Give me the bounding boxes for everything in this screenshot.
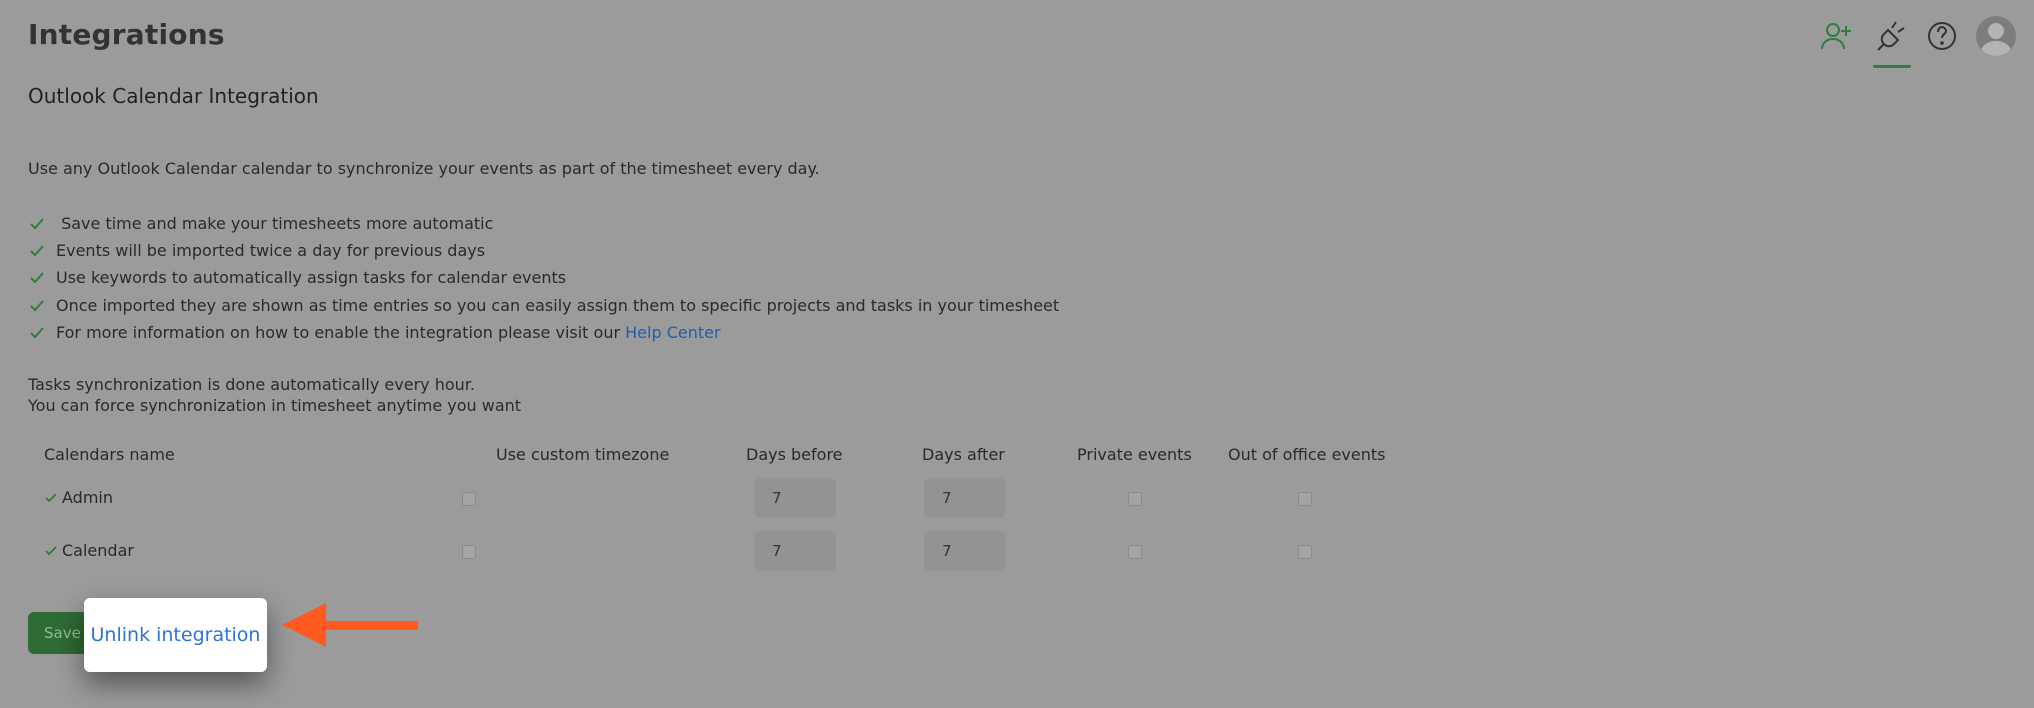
custom-timezone-checkbox[interactable]	[462, 492, 476, 506]
avatar[interactable]	[1976, 16, 2016, 56]
unlink-integration-button[interactable]: Unlink integration	[91, 624, 261, 646]
ooo-events-checkbox[interactable]	[1298, 545, 1312, 559]
section-title: Outlook Calendar Integration	[28, 84, 319, 108]
add-user-icon[interactable]	[1818, 18, 1854, 54]
days-before-input[interactable]	[754, 478, 836, 518]
feature-item: Once imported they are shown as time ent…	[28, 296, 1059, 315]
table-row-name: Admin	[44, 488, 113, 507]
check-icon	[30, 217, 44, 229]
check-icon	[30, 244, 44, 256]
column-header-private: Private events	[1077, 445, 1192, 464]
feature-item: For more information on how to enable th…	[28, 323, 721, 342]
table-row-name: Calendar	[44, 541, 134, 560]
column-header-timezone: Use custom timezone	[496, 445, 670, 464]
column-header-name: Calendars name	[44, 445, 175, 464]
feature-item: Use keywords to automatically assign tas…	[28, 268, 566, 287]
column-header-ooo: Out of office events	[1228, 445, 1386, 464]
check-icon	[30, 299, 44, 311]
intro-text: Use any Outlook Calendar calendar to syn…	[28, 159, 820, 178]
check-icon	[45, 492, 57, 502]
sync-info-line-2: You can force synchronization in timeshe…	[28, 396, 522, 415]
annotation-arrow-icon	[282, 603, 418, 647]
feature-item: Events will be imported twice a day for …	[28, 241, 485, 260]
private-events-checkbox[interactable]	[1128, 545, 1142, 559]
days-after-input[interactable]	[924, 478, 1006, 518]
days-after-input[interactable]	[924, 531, 1006, 571]
column-header-days-after: Days after	[922, 445, 1005, 464]
column-header-days-before: Days before	[746, 445, 843, 464]
check-icon	[45, 545, 57, 555]
check-icon	[30, 271, 44, 283]
ooo-events-checkbox[interactable]	[1298, 492, 1312, 506]
page-title: Integrations	[28, 18, 225, 51]
days-before-input[interactable]	[754, 531, 836, 571]
sync-info-line-1: Tasks synchronization is done automatica…	[28, 375, 475, 394]
private-events-checkbox[interactable]	[1128, 492, 1142, 506]
custom-timezone-checkbox[interactable]	[462, 545, 476, 559]
active-tab-indicator	[1873, 65, 1911, 68]
help-center-link[interactable]: Help Center	[625, 323, 720, 342]
feature-item: Save time and make your timesheets more …	[28, 214, 493, 233]
unlink-integration-menu: Unlink integration	[84, 598, 267, 672]
plug-icon[interactable]	[1874, 18, 1910, 54]
check-icon	[30, 326, 44, 338]
help-icon[interactable]	[1924, 18, 1960, 54]
